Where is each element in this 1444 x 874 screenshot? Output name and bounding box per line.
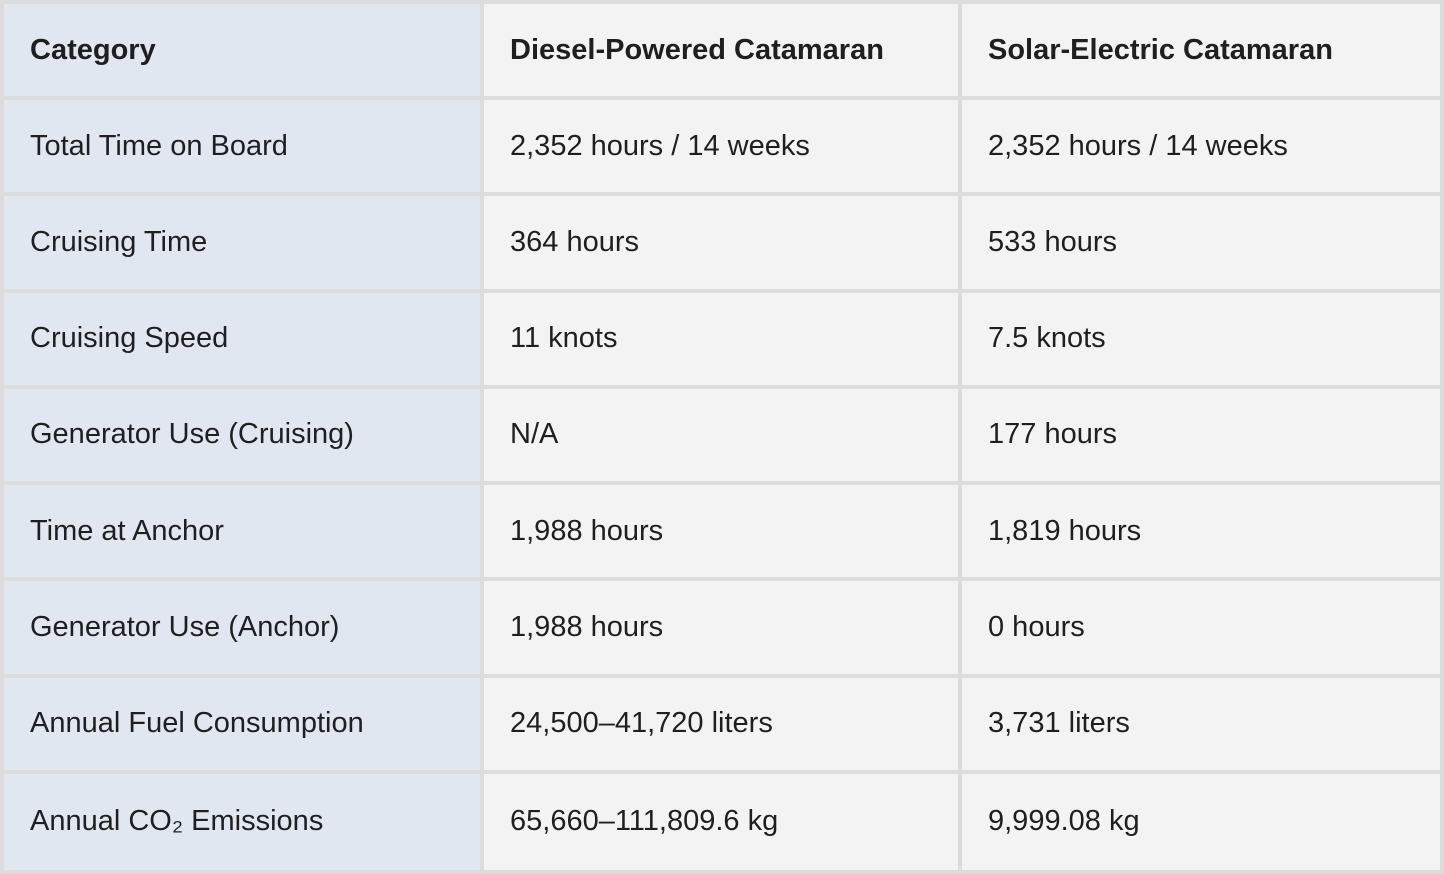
header-row: Category Diesel-Powered Catamaran Solar-… [4, 4, 1440, 100]
row-category: Cruising Time [4, 196, 484, 293]
table-row: Time at Anchor 1,988 hours 1,819 hours [4, 485, 1440, 582]
diesel-value: 2,352 hours / 14 weeks [484, 100, 962, 197]
table-row: Cruising Speed 11 knots 7.5 knots [4, 292, 1440, 389]
table-row: Generator Use (Anchor) 1,988 hours 0 hou… [4, 581, 1440, 678]
diesel-value: 1,988 hours [484, 485, 962, 582]
row-category: Total Time on Board [4, 100, 484, 197]
table-row: Generator Use (Cruising) N/A 177 hours [4, 388, 1440, 485]
row-category: Annual CO₂ Emissions [4, 773, 484, 870]
table-body: Total Time on Board 2,352 hours / 14 wee… [4, 100, 1440, 870]
solar-value: 177 hours [962, 388, 1440, 485]
row-category: Cruising Speed [4, 292, 484, 389]
table-row: Cruising Time 364 hours 533 hours [4, 196, 1440, 293]
diesel-value: 24,500–41,720 liters [484, 677, 962, 774]
header-solar: Solar-Electric Catamaran [962, 4, 1440, 100]
header-category: Category [4, 4, 484, 100]
table-row: Total Time on Board 2,352 hours / 14 wee… [4, 100, 1440, 197]
row-category: Time at Anchor [4, 485, 484, 582]
row-category: Generator Use (Cruising) [4, 388, 484, 485]
row-category: Generator Use (Anchor) [4, 581, 484, 678]
diesel-value: 1,988 hours [484, 581, 962, 678]
solar-value: 1,819 hours [962, 485, 1440, 582]
table-row: Annual Fuel Consumption 24,500–41,720 li… [4, 677, 1440, 774]
row-category: Annual Fuel Consumption [4, 677, 484, 774]
table-header: Category Diesel-Powered Catamaran Solar-… [4, 4, 1440, 100]
diesel-value: 364 hours [484, 196, 962, 293]
solar-value: 7.5 knots [962, 292, 1440, 389]
solar-value: 3,731 liters [962, 677, 1440, 774]
table-row: Annual CO₂ Emissions 65,660–111,809.6 kg… [4, 773, 1440, 870]
diesel-value: 65,660–111,809.6 kg [484, 773, 962, 870]
solar-value: 533 hours [962, 196, 1440, 293]
header-diesel: Diesel-Powered Catamaran [484, 4, 962, 100]
comparison-table: Category Diesel-Powered Catamaran Solar-… [4, 4, 1440, 870]
solar-value: 2,352 hours / 14 weeks [962, 100, 1440, 197]
solar-value: 9,999.08 kg [962, 773, 1440, 870]
diesel-value: 11 knots [484, 292, 962, 389]
comparison-table-container: Category Diesel-Powered Catamaran Solar-… [0, 0, 1444, 874]
diesel-value: N/A [484, 388, 962, 485]
solar-value: 0 hours [962, 581, 1440, 678]
